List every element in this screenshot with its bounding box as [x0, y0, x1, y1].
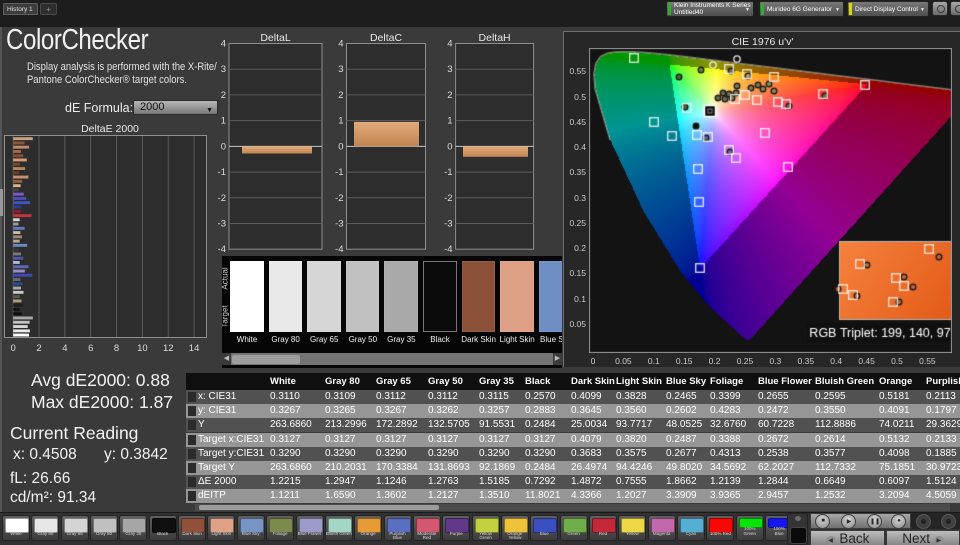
svg-text:14: 14	[189, 343, 200, 354]
svg-text:6: 6	[88, 343, 93, 354]
svg-text:0: 0	[338, 141, 343, 152]
svg-text:2: 2	[338, 90, 343, 101]
svg-text:-1: -1	[218, 167, 226, 178]
svg-text:2: 2	[447, 90, 452, 101]
svg-text:-2: -2	[218, 193, 226, 204]
svg-text:4: 4	[62, 343, 67, 354]
svg-text:1: 1	[338, 116, 343, 127]
svg-text:-4: -4	[335, 244, 343, 255]
svg-text:-4: -4	[444, 244, 452, 255]
svg-text:8: 8	[114, 343, 119, 354]
svg-text:DeltaL: DeltaL	[260, 32, 291, 44]
svg-text:DeltaC: DeltaC	[370, 32, 403, 44]
svg-text:DeltaH: DeltaH	[479, 32, 511, 44]
svg-text:3: 3	[338, 64, 343, 75]
svg-text:0: 0	[447, 141, 452, 152]
svg-text:4: 4	[338, 39, 343, 50]
svg-text:-3: -3	[218, 218, 226, 229]
svg-text:-2: -2	[335, 193, 343, 204]
svg-text:0: 0	[221, 141, 226, 152]
svg-text:-4: -4	[218, 244, 226, 255]
svg-text:2: 2	[221, 90, 226, 101]
svg-text:12: 12	[163, 343, 174, 354]
svg-text:3: 3	[221, 64, 226, 75]
svg-text:4: 4	[447, 39, 452, 50]
svg-text:-3: -3	[444, 218, 452, 229]
svg-text:-1: -1	[444, 167, 452, 178]
svg-text:3: 3	[447, 64, 452, 75]
svg-text:0: 0	[11, 343, 16, 354]
svg-text:-2: -2	[444, 193, 452, 204]
svg-text:-3: -3	[335, 218, 343, 229]
svg-text:2: 2	[36, 343, 41, 354]
svg-text:4: 4	[221, 39, 226, 50]
svg-text:1: 1	[447, 116, 452, 127]
svg-text:10: 10	[137, 343, 148, 354]
svg-text:1: 1	[221, 116, 226, 127]
svg-text:-1: -1	[335, 167, 343, 178]
